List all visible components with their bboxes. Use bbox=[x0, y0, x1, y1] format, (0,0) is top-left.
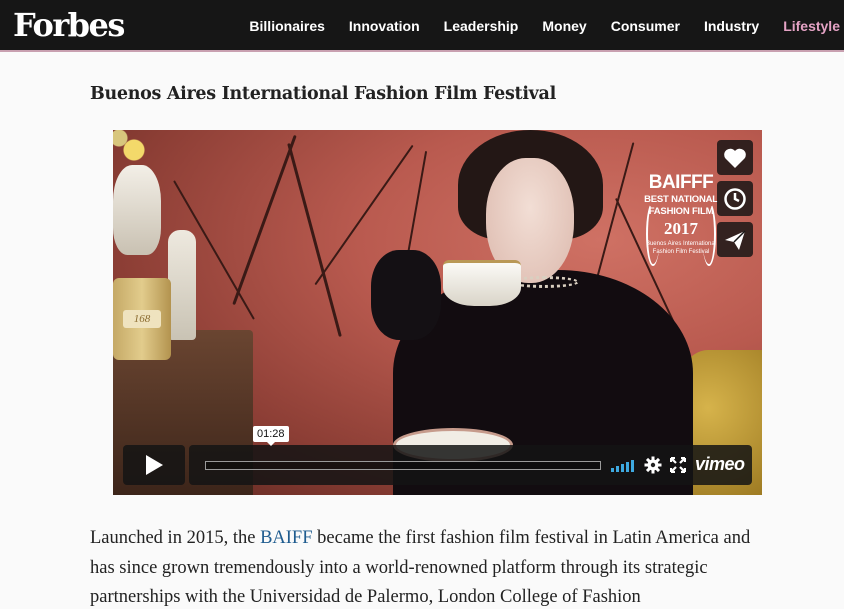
player-controls: 01:28 vimeo bbox=[123, 426, 752, 485]
heart-icon bbox=[724, 148, 746, 168]
nav-item-consumer[interactable]: Consumer bbox=[611, 18, 680, 34]
play-icon bbox=[146, 455, 163, 475]
settings-icon[interactable] bbox=[644, 456, 662, 474]
nav-item-lifestyle[interactable]: Lifestyle bbox=[783, 18, 840, 34]
control-bar: 01:28 vimeo bbox=[189, 426, 752, 485]
vimeo-logo[interactable]: vimeo bbox=[695, 454, 745, 475]
volume-icon[interactable] bbox=[611, 459, 634, 472]
forbes-logo[interactable]: Forbes bbox=[13, 3, 125, 47]
time-tooltip: 01:28 bbox=[253, 426, 289, 446]
nav-item-industry[interactable]: Industry bbox=[704, 18, 759, 34]
nav-item-money[interactable]: Money bbox=[542, 18, 586, 34]
paragraph-text-start: Launched in 2015, the bbox=[90, 528, 261, 548]
jar-label: 168 bbox=[123, 310, 161, 328]
award-badge: BAIFFF BEST NATIONAL FASHION FILM 2017 B… bbox=[640, 172, 722, 266]
header-underline bbox=[0, 50, 844, 52]
progress-track[interactable] bbox=[205, 461, 601, 470]
article-paragraph: Launched in 2015, the BAIFF became the f… bbox=[90, 524, 770, 609]
play-button[interactable] bbox=[123, 445, 185, 485]
like-button[interactable] bbox=[717, 140, 753, 175]
share-button[interactable] bbox=[717, 222, 753, 257]
video-player[interactable]: 168 BAIFFF BEST NATIONAL FASHION FILM 20… bbox=[113, 130, 762, 495]
fullscreen-icon[interactable] bbox=[670, 457, 686, 473]
baiff-link[interactable]: BAIFF bbox=[260, 528, 312, 548]
site-header: Forbes Billionaires Innovation Leadershi… bbox=[0, 0, 844, 52]
nav-item-innovation[interactable]: Innovation bbox=[349, 18, 420, 34]
nav-item-billionaires[interactable]: Billionaires bbox=[249, 18, 324, 34]
watch-later-button[interactable] bbox=[717, 181, 753, 216]
laurel-left bbox=[646, 202, 660, 266]
laurel-right bbox=[702, 202, 716, 266]
badge-logo: BAIFFF bbox=[648, 172, 714, 193]
clock-icon bbox=[724, 187, 746, 210]
section-title: Buenos Aires International Fashion Film … bbox=[90, 84, 556, 104]
main-nav: Billionaires Innovation Leadership Money… bbox=[249, 0, 840, 52]
send-icon bbox=[725, 229, 746, 250]
nav-item-leadership[interactable]: Leadership bbox=[444, 18, 519, 34]
